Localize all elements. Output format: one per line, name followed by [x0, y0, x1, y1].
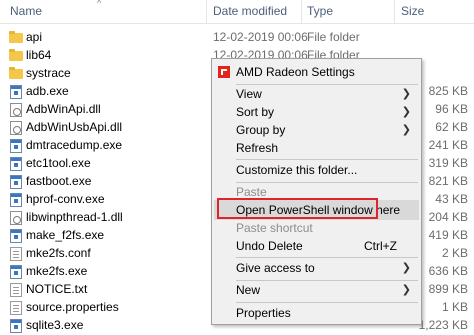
file-size: 319 KB: [428, 156, 468, 170]
column-header: Name ^ Date modified Type Size: [0, 0, 474, 24]
file-size: 821 KB: [428, 174, 468, 188]
menu-item-label: Refresh: [236, 141, 279, 155]
file-name: hprof-conv.exe: [26, 192, 105, 206]
file-name: sqlite3.exe: [26, 318, 84, 332]
folder-icon: [9, 49, 23, 61]
file-size: 2 KB: [441, 246, 468, 260]
exe-file-icon: [10, 265, 22, 279]
highlight-annotation-box: [217, 198, 378, 219]
menu-item-refresh[interactable]: Refresh: [214, 138, 419, 158]
column-type[interactable]: Type: [307, 4, 333, 18]
menu-item-label: Group by: [236, 123, 286, 137]
menu-item-shortcut: Ctrl+Z: [364, 239, 397, 253]
menu-item-label: AMD Radeon Settings: [236, 65, 355, 79]
chevron-right-icon: ❯: [401, 284, 411, 296]
file-name: mke2fs.conf: [26, 246, 91, 260]
menu-item-paste-shortcut[interactable]: Paste shortcut: [214, 218, 419, 238]
menu-item-undo-delete[interactable]: Undo Delete Ctrl+Z: [214, 236, 419, 256]
menu-item-new[interactable]: New ❯: [214, 280, 419, 300]
file-name: systrace: [26, 66, 71, 80]
exe-file-icon: [10, 229, 22, 243]
chevron-up-icon: ^: [97, 0, 102, 8]
file-name: lib64: [26, 48, 52, 62]
menu-item-give-access[interactable]: Give access to ❯: [214, 258, 419, 278]
file-size: 62 KB: [435, 120, 468, 134]
file-size: 419 KB: [428, 228, 468, 242]
menu-item-group-by[interactable]: Group by ❯: [214, 120, 419, 140]
file-name: api: [26, 30, 43, 44]
menu-item-label: Paste shortcut: [236, 221, 313, 235]
file-size: 204 KB: [428, 210, 468, 224]
menu-item-label: New: [236, 283, 261, 297]
column-name[interactable]: Name: [10, 4, 42, 18]
folder-icon: [9, 31, 23, 43]
file-name: fastboot.exe: [26, 174, 92, 188]
column-date-modified[interactable]: Date modified: [213, 4, 287, 18]
column-size[interactable]: Size: [401, 4, 424, 18]
exe-file-icon: [10, 139, 22, 153]
menu-item-amd-radeon-settings[interactable]: AMD Radeon Settings: [214, 62, 419, 82]
exe-file-icon: [10, 193, 22, 207]
menu-item-label: View: [236, 87, 262, 101]
exe-file-icon: [10, 175, 22, 189]
file-row[interactable]: api 12-02-2019 00:06 File folder: [0, 28, 474, 48]
dll-file-icon: [10, 211, 22, 225]
folder-icon: [9, 67, 23, 79]
menu-item-label: Customize this folder...: [236, 163, 358, 177]
file-size: 96 KB: [435, 102, 468, 116]
text-file-icon: [10, 283, 22, 297]
dll-file-icon: [10, 121, 22, 135]
file-date: 12-02-2019 00:06: [213, 30, 308, 44]
file-size: 636 KB: [428, 264, 468, 278]
menu-item-label: Properties: [236, 306, 291, 320]
file-size: 1 KB: [441, 300, 468, 314]
chevron-right-icon: ❯: [401, 106, 411, 118]
file-name: adb.exe: [26, 84, 69, 98]
chevron-right-icon: ❯: [401, 88, 411, 100]
file-size: 43 KB: [435, 192, 468, 206]
file-size: 1,223 KB: [418, 318, 468, 332]
file-size: 241 KB: [428, 138, 468, 152]
amd-logo-icon: [218, 66, 230, 78]
chevron-right-icon: ❯: [401, 124, 411, 136]
column-divider[interactable]: [301, 0, 302, 24]
file-name: dmtracedump.exe: [26, 138, 123, 152]
exe-file-icon: [10, 157, 22, 171]
menu-item-label: Sort by: [236, 105, 275, 119]
column-divider[interactable]: [206, 0, 207, 24]
file-name: AdbWinUsbApi.dll: [26, 120, 123, 134]
properties-file-icon: [10, 301, 22, 315]
context-menu: AMD Radeon Settings View ❯ Sort by ❯ Gro…: [211, 58, 422, 325]
menu-item-label: Give access to: [236, 261, 315, 275]
file-name: libwinpthread-1.dll: [26, 210, 123, 224]
config-file-icon: [10, 247, 22, 261]
file-name: make_f2fs.exe: [26, 228, 105, 242]
exe-file-icon: [10, 85, 22, 99]
menu-item-label: Undo Delete: [236, 239, 303, 253]
menu-item-customize-folder[interactable]: Customize this folder...: [214, 160, 419, 180]
dll-file-icon: [10, 103, 22, 117]
column-divider[interactable]: [394, 0, 395, 24]
file-name: etc1tool.exe: [26, 156, 91, 170]
file-type: File folder: [307, 30, 360, 44]
chevron-right-icon: ❯: [401, 262, 411, 274]
file-size: 825 KB: [428, 84, 468, 98]
exe-file-icon: [10, 319, 22, 333]
menu-item-sort-by[interactable]: Sort by ❯: [214, 102, 419, 122]
menu-item-label: Paste: [236, 185, 267, 199]
file-size: 899 KB: [428, 282, 468, 296]
file-name: source.properties: [26, 300, 119, 314]
file-name: mke2fs.exe: [26, 264, 88, 278]
menu-item-view[interactable]: View ❯: [214, 84, 419, 104]
file-name: AdbWinApi.dll: [26, 102, 101, 116]
file-name: NOTICE.txt: [26, 282, 88, 296]
menu-item-properties[interactable]: Properties: [214, 303, 419, 323]
